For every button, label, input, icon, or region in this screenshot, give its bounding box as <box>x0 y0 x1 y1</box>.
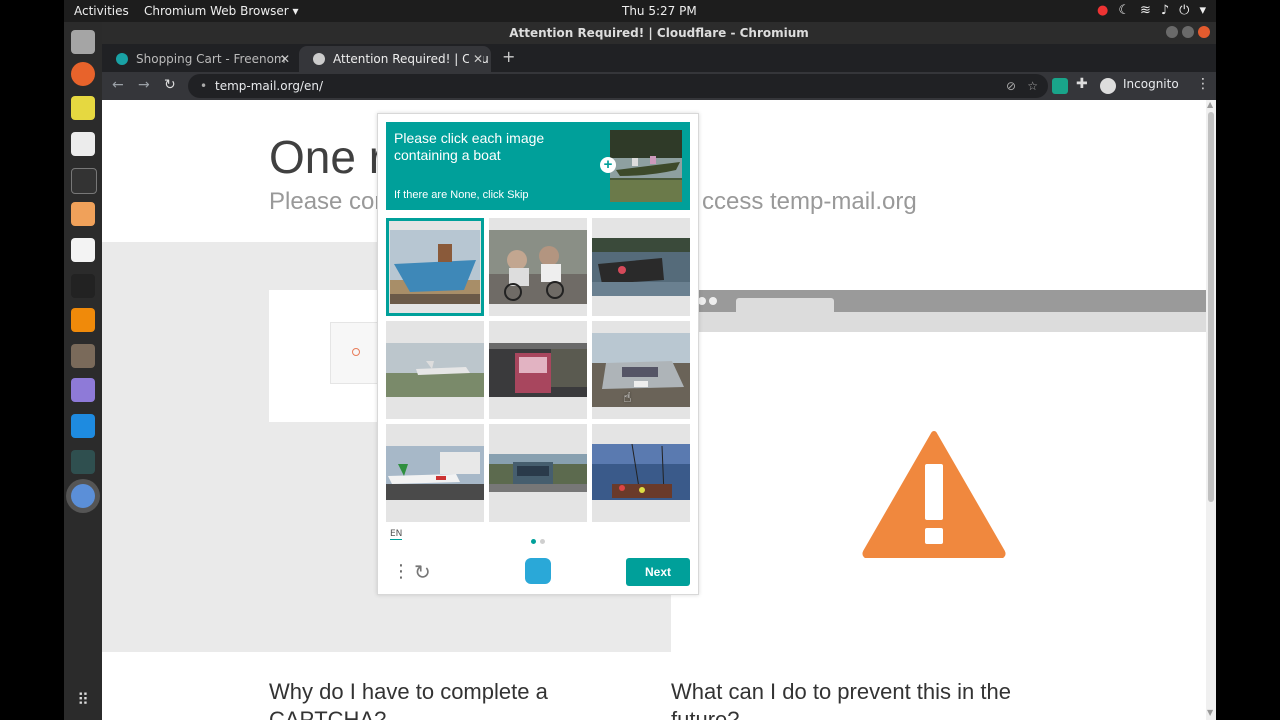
refresh-icon[interactable]: ↻ <box>414 560 431 584</box>
warning-icon <box>862 431 1006 558</box>
settings-icon[interactable] <box>71 96 95 120</box>
expand-example-icon[interactable]: + <box>600 157 616 173</box>
address-bar[interactable]: • temp-mail.org/en/ ⊘ ☆ <box>188 74 1048 98</box>
puzzle-icon[interactable]: ✚ <box>1076 76 1092 92</box>
browser-illustration-dot <box>709 297 717 305</box>
back-button[interactable]: ← <box>112 77 124 93</box>
dock: ⠿ <box>64 22 102 720</box>
grid-image-2[interactable] <box>489 218 587 316</box>
page-indicator-active <box>531 539 536 544</box>
grid-image-9[interactable] <box>592 424 690 522</box>
tab-title: Shopping Cart - Freenom <box>136 52 286 66</box>
system-tray[interactable]: ● ☾ ≋ ♪ ⏻ ▾ <box>1097 3 1206 18</box>
wifi-icon: ≋ <box>1139 3 1151 18</box>
text-editor-icon[interactable] <box>71 132 95 156</box>
page-subtitle-right: ccess temp-mail.org <box>702 188 917 215</box>
power-icon: ⏻ <box>1179 3 1190 18</box>
tab-strip: Shopping Cart - Freenom ✕ Attention Requ… <box>102 44 1216 72</box>
app-menu[interactable]: Chromium Web Browser ▾ <box>144 4 299 18</box>
clock[interactable]: Thu 5:27 PM <box>622 4 697 18</box>
incognito-icon <box>1100 78 1116 94</box>
reload-button[interactable]: ↻ <box>164 77 176 93</box>
browser-toolbar: ← → ↻ • temp-mail.org/en/ ⊘ ☆ ✚ Incognit… <box>102 72 1216 100</box>
faq-heading-why: Why do I have to complete a CAPTCHA? <box>269 679 548 720</box>
close-tab-icon[interactable]: ✕ <box>280 46 290 72</box>
extension-icon[interactable] <box>1052 78 1068 94</box>
letterbox-left <box>0 0 64 720</box>
page-heading: One r <box>269 131 385 183</box>
incognito-label[interactable]: Incognito <box>1123 77 1179 91</box>
new-tab-button[interactable]: + <box>502 47 515 66</box>
browser-illustration-dot <box>698 297 706 305</box>
tab-title: Attention Required! | Clou <box>333 52 489 66</box>
browser-illustration-tab <box>736 298 834 312</box>
record-icon: ● <box>1096 3 1109 18</box>
tracking-blocked-icon[interactable]: ⊘ <box>1006 74 1016 98</box>
page-subtitle-left: Please com <box>269 188 395 215</box>
activities-button[interactable]: Activities <box>74 4 129 18</box>
letterbox-right <box>1216 0 1280 720</box>
maximize-button[interactable] <box>1182 26 1194 38</box>
challenge-header: Please click each image containing a boa… <box>386 122 690 210</box>
vscode-icon[interactable] <box>71 414 95 438</box>
system-monitor-icon[interactable] <box>71 450 95 474</box>
grid-image-8[interactable] <box>489 424 587 522</box>
app-grid-icon[interactable]: ⠿ <box>71 690 95 714</box>
tab-freenom[interactable]: Shopping Cart - Freenom ✕ <box>102 46 298 72</box>
close-tab-icon[interactable]: ✕ <box>468 46 483 72</box>
grid-image-5[interactable] <box>489 321 587 419</box>
minimize-button[interactable] <box>1166 26 1178 38</box>
info-icon[interactable]: • <box>200 74 207 98</box>
freenom-favicon-icon <box>116 53 128 65</box>
firefox-icon[interactable] <box>71 62 95 86</box>
scroll-up-icon[interactable]: ▲ <box>1207 100 1213 109</box>
grid-image-7[interactable] <box>386 424 484 522</box>
volume-icon: ♪ <box>1160 3 1170 18</box>
chromium-icon[interactable] <box>71 484 95 508</box>
globe-icon <box>313 53 325 65</box>
window-title-bar: Attention Required! | Cloudflare - Chrom… <box>102 22 1216 44</box>
inkscape-icon[interactable] <box>71 274 95 298</box>
files-icon[interactable] <box>71 30 95 54</box>
forward-button[interactable]: → <box>138 77 150 93</box>
browser-illustration-toolbar <box>671 312 1216 332</box>
gimp-icon[interactable] <box>71 344 95 368</box>
grid-image-1[interactable] <box>386 218 484 316</box>
browser-menu-button[interactable]: ⋮ <box>1196 76 1210 92</box>
loading-dot-icon <box>352 348 360 356</box>
captcha-challenge: Please click each image containing a boa… <box>377 113 699 595</box>
pdf-icon[interactable] <box>71 238 95 262</box>
grid-image-4[interactable] <box>386 321 484 419</box>
close-window-button[interactable] <box>1198 26 1210 38</box>
tab-attention-required[interactable]: Attention Required! | Clou ✕ <box>299 46 491 72</box>
mouse-pointer-icon: ☝ <box>623 390 632 406</box>
page-indicator-inactive <box>540 539 545 544</box>
challenge-prompt: Please click each image containing a boa… <box>394 130 545 163</box>
night-light-icon: ☾ <box>1118 3 1130 18</box>
window-title: Attention Required! | Cloudflare - Chrom… <box>509 26 809 40</box>
scroll-down-icon[interactable]: ▼ <box>1207 708 1213 717</box>
grid-image-6[interactable] <box>592 321 690 419</box>
scrollbar-thumb[interactable] <box>1208 112 1214 502</box>
example-image <box>610 130 682 202</box>
terminal-icon[interactable] <box>71 168 97 194</box>
language-selector[interactable]: EN <box>390 529 403 540</box>
document-icon[interactable] <box>71 202 95 226</box>
chevron-down-icon: ▾ <box>1199 3 1206 18</box>
vlc-icon[interactable] <box>71 308 95 332</box>
skip-hint: If there are None, click Skip <box>394 189 529 201</box>
hcaptcha-logo-icon <box>525 558 551 584</box>
page-scrollbar[interactable]: ▲ ▼ <box>1206 100 1216 720</box>
faq-heading-prevent: What can I do to prevent this in the fut… <box>671 679 1011 720</box>
system-top-bar: Activities Chromium Web Browser ▾ Thu 5:… <box>64 0 1216 22</box>
next-button[interactable]: Next <box>626 558 690 586</box>
grid-image-3[interactable] <box>592 218 690 316</box>
app-icon[interactable] <box>71 378 95 402</box>
bookmark-star-icon[interactable]: ☆ <box>1027 74 1038 98</box>
url-text: temp-mail.org/en/ <box>215 79 324 93</box>
more-options-icon[interactable]: ⋮ <box>392 561 410 582</box>
